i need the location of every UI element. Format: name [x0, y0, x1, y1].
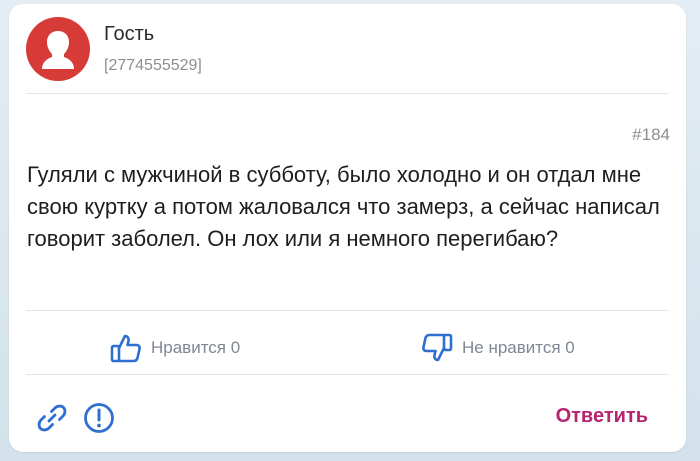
author-name[interactable]: Гость	[104, 23, 154, 46]
user-silhouette-icon	[42, 31, 74, 69]
post-card: Гость [2774555529] #184 Гуляли с мужчино…	[9, 4, 686, 452]
report-button[interactable]	[82, 401, 116, 435]
copy-link-button[interactable]	[35, 401, 69, 435]
thumbs-down-icon	[422, 333, 453, 362]
thumbs-up-icon	[110, 334, 141, 363]
background: Гость [2774555529] #184 Гуляли с мужчино…	[0, 0, 700, 461]
post-number: #184	[632, 125, 670, 144]
link-icon	[37, 404, 67, 432]
content-divider	[26, 310, 669, 311]
like-count-label: Нравится 0	[151, 338, 241, 357]
header-divider	[26, 93, 669, 94]
avatar[interactable]	[26, 17, 90, 81]
author-id: [2774555529]	[104, 57, 202, 74]
reply-button[interactable]: Ответить	[556, 405, 648, 428]
like-button[interactable]: Нравится 0	[109, 331, 240, 365]
post-text: Гуляли с мужчиной в субботу, было холодн…	[27, 162, 660, 251]
report-icon	[84, 403, 114, 433]
actions-divider	[26, 374, 669, 375]
dislike-count-label: Не нравится 0	[462, 338, 575, 357]
dislike-button[interactable]: Не нравится 0	[420, 331, 575, 365]
